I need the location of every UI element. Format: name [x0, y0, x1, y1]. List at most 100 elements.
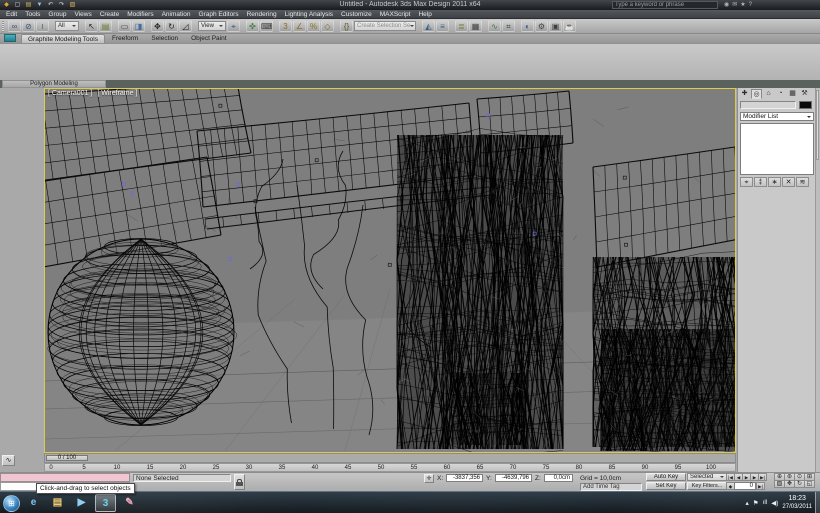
polygon-modeling-panel-label[interactable]: Polygon Modeling — [2, 80, 106, 88]
menu-help[interactable]: Help — [414, 10, 435, 19]
command-panel-tab-hierarchy[interactable]: ⌂ — [763, 89, 774, 99]
taskbar-windows-explorer[interactable]: ▤ — [47, 494, 68, 512]
toolbar-align-icon[interactable]: ≡ — [436, 20, 449, 32]
tray-show-hidden-icons-icon[interactable]: ▴ — [745, 499, 748, 507]
taskbar-3ds-max[interactable]: 3 — [95, 494, 116, 512]
infocenter-search-button-icon[interactable]: ◉ — [724, 1, 729, 9]
time-slider[interactable]: 0 / 100 — [44, 453, 736, 463]
command-panel-scrollbar-thumb[interactable] — [816, 90, 819, 160]
toolbar-render-production-icon[interactable]: ☕ — [563, 20, 576, 32]
infocenter-favorites-icon[interactable]: ★ — [740, 1, 745, 9]
absolute-offset-mode-toggle[interactable]: ✛ — [424, 474, 434, 483]
toolbar-named-selection-sets[interactable]: Create Selection Se — [354, 21, 416, 31]
menu-rendering[interactable]: Rendering — [243, 10, 281, 19]
menu-tools[interactable]: Tools — [21, 10, 44, 19]
taskbar-clock[interactable]: 18:23 27/03/2011 — [782, 495, 812, 511]
maximize-viewport-toggle-button[interactable]: ◱ — [804, 480, 815, 488]
ribbon-tab-selection[interactable]: Selection — [145, 34, 184, 43]
toolbar-dock-handle-icon[interactable] — [2, 21, 4, 32]
menu-graph-editors[interactable]: Graph Editors — [195, 10, 243, 19]
toolbar-reference-coordinate-system[interactable]: View — [198, 21, 226, 31]
toolbar-rendered-frame-window-icon[interactable]: ▣ — [549, 20, 562, 32]
command-panel-tab-create[interactable]: ✚ — [739, 89, 750, 99]
toolbar-snaps-toggle-icon[interactable]: 3 — [279, 20, 292, 32]
track-bar[interactable]: 0510152025303540455055606570758085909510… — [44, 463, 736, 472]
go-to-end-button[interactable]: ▶| — [758, 473, 767, 481]
viewport-camera-label[interactable]: [ Camera001 ] — [48, 90, 92, 97]
toolbar-spinner-snap-toggle-icon[interactable]: ◇ — [321, 20, 334, 32]
selection-lock-toggle[interactable] — [234, 474, 245, 490]
command-panel-tab-display[interactable]: ▦ — [787, 89, 798, 99]
toolbar-percent-snap-toggle-icon[interactable]: % — [307, 20, 320, 32]
toolbar-layer-manager-icon[interactable]: ≣ — [455, 20, 468, 32]
project-folder-icon[interactable]: ▧ — [68, 1, 77, 9]
toolbar-material-editor-icon[interactable]: ◐ — [521, 20, 534, 32]
maxscript-mini-listener-macro-line[interactable] — [0, 473, 130, 482]
x-coordinate-field[interactable]: -3837,356 — [446, 474, 483, 482]
command-panel-tab-modify[interactable]: ◎ — [751, 89, 762, 99]
toolbar-selection-filter[interactable]: All — [55, 21, 79, 31]
ribbon-tab-graphite-modeling-tools[interactable]: Graphite Modeling Tools — [21, 34, 105, 43]
current-frame-field[interactable]: 0 — [734, 482, 756, 490]
start-button[interactable]: ⊞ — [3, 495, 20, 512]
taskbar-media-player[interactable]: ▶ — [71, 494, 92, 512]
modifier-list-dropdown[interactable]: Modifier List — [740, 112, 814, 121]
toolbar-window-crossing-icon[interactable]: ◨ — [132, 20, 145, 32]
set-key-button[interactable]: Set Key — [646, 482, 686, 490]
remove-modifier-button[interactable]: ✕ — [782, 177, 795, 187]
app-menu-icon[interactable]: ◆ — [2, 1, 11, 9]
menu-create[interactable]: Create — [96, 10, 124, 19]
auto-key-button[interactable]: Auto Key — [646, 473, 686, 481]
menu-modifiers[interactable]: Modifiers — [123, 10, 157, 19]
menu-lighting-analysis[interactable]: Lighting Analysis — [281, 10, 337, 19]
toolbar-mirror-icon[interactable]: ◭ — [422, 20, 435, 32]
toolbar-keyboard-shortcut-override-icon[interactable]: ⌨ — [260, 20, 273, 32]
tray-network-icon[interactable]: ıll — [763, 499, 768, 507]
taskbar-internet-explorer[interactable]: e — [23, 494, 44, 512]
key-selection-dropdown[interactable]: Selected — [687, 473, 727, 481]
open-mini-curve-editor-button[interactable]: ∿ — [2, 455, 15, 466]
y-coordinate-field[interactable]: -4639,796 — [495, 474, 532, 482]
graphite-icon[interactable] — [4, 34, 16, 42]
add-time-tag[interactable]: Add Time Tag — [580, 483, 642, 491]
toolbar-select-object-icon[interactable]: ↖ — [85, 20, 98, 32]
viewport-canvas[interactable] — [45, 89, 735, 452]
toolbar-angle-snap-toggle-icon[interactable]: ∠ — [293, 20, 306, 32]
toolbar-edit-named-selection-sets-icon[interactable]: {} — [340, 20, 353, 32]
object-name-field[interactable] — [740, 101, 796, 109]
menu-maxscript[interactable]: MAXScript — [376, 10, 415, 19]
time-slider-handle[interactable]: 0 / 100 — [46, 455, 88, 461]
toolbar-render-setup-icon[interactable]: ⚙ — [535, 20, 548, 32]
key-filters-button[interactable]: Key Filters... — [687, 482, 727, 490]
make-unique-button[interactable]: ∗ — [768, 177, 781, 187]
toolbar-selection-region-icon[interactable]: ▭ — [118, 20, 131, 32]
menu-customize[interactable]: Customize — [337, 10, 376, 19]
tray-volume-icon[interactable]: ◀) — [771, 499, 778, 507]
open-file-icon[interactable]: ▤ — [24, 1, 33, 9]
toolbar-schematic-view-icon[interactable]: ⌗ — [502, 20, 515, 32]
pin-stack-button[interactable]: ⌖ — [740, 177, 753, 187]
go-to-end-button[interactable]: ▶| — [756, 482, 765, 490]
toolbar-unlink-selection-icon[interactable]: ⊘ — [22, 20, 35, 32]
toolbar-use-pivot-point-center-icon[interactable]: ⌖ — [227, 20, 240, 32]
viewport[interactable]: [ Camera001 ] [ Wireframe ] — [44, 88, 736, 453]
redo-icon[interactable]: ↷ — [57, 1, 66, 9]
new-scene-icon[interactable]: ▢ — [13, 1, 22, 9]
command-panel-tab-motion[interactable]: ◔ — [775, 89, 786, 99]
toolbar-select-and-scale-icon[interactable]: ◿ — [179, 20, 192, 32]
ribbon-tab-freeform[interactable]: Freeform — [106, 34, 144, 43]
infocenter-communication-center-icon[interactable]: ✉ — [732, 1, 737, 9]
toolbar-select-and-rotate-icon[interactable]: ↻ — [165, 20, 178, 32]
toolbar-select-and-manipulate-icon[interactable]: ✜ — [246, 20, 259, 32]
tray-action-center-flag-icon[interactable]: ⚑ — [753, 499, 759, 507]
configure-modifier-sets-button[interactable]: ≋ — [796, 177, 809, 187]
toolbar-select-and-link-icon[interactable]: ∞ — [8, 20, 21, 32]
infocenter-search-input[interactable] — [612, 1, 718, 9]
z-coordinate-field[interactable]: 0,0cm — [544, 474, 573, 482]
toolbar-select-by-name-icon[interactable]: ▤ — [99, 20, 112, 32]
menu-animation[interactable]: Animation — [158, 10, 195, 19]
ribbon-tab-object-paint[interactable]: Object Paint — [185, 34, 232, 43]
toolbar-curve-editor-icon[interactable]: ∿ — [488, 20, 501, 32]
infocenter-help-icon[interactable]: ? — [749, 1, 752, 9]
menu-group[interactable]: Group — [44, 10, 70, 19]
